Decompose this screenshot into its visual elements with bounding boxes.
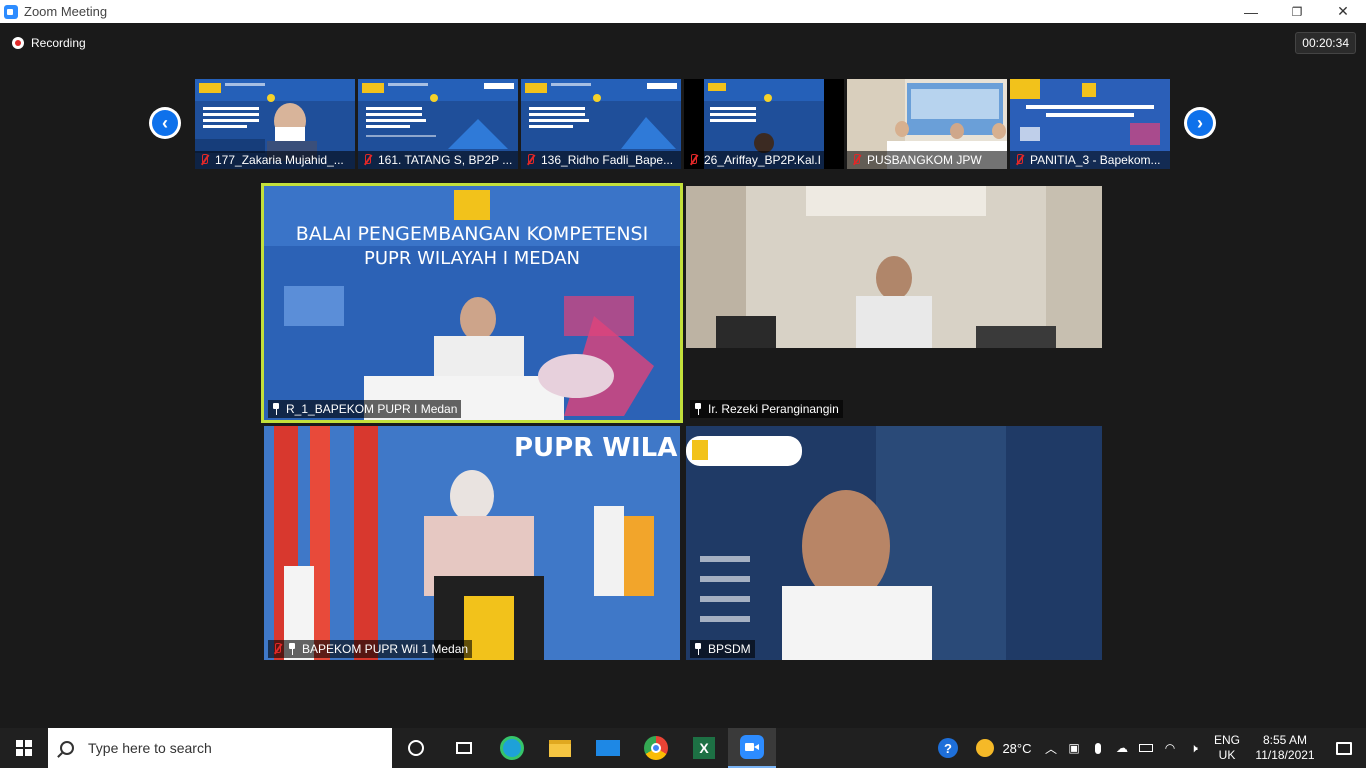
chevron-right-icon: › bbox=[1187, 110, 1213, 136]
close-button[interactable]: ✕ bbox=[1320, 0, 1366, 23]
meeting-timer: 00:20:34 bbox=[1295, 32, 1356, 54]
participant-thumbnail[interactable]: 161. TATANG S, BP2P ... bbox=[358, 79, 518, 169]
windows-icon bbox=[16, 740, 32, 756]
mic-muted-icon bbox=[688, 154, 698, 166]
banner-text: BALAI PENGEMBANGAN KOMPETENSI bbox=[296, 223, 648, 245]
window-title: Zoom Meeting bbox=[24, 4, 108, 19]
pin-icon bbox=[288, 643, 296, 655]
recording-label: Recording bbox=[31, 36, 86, 50]
video-tile-active-speaker[interactable]: BALAI PENGEMBANGAN KOMPETENSI PUPR WILAY… bbox=[261, 183, 683, 423]
backdrop-text: PUPR WILA bbox=[514, 433, 677, 463]
participant-name: PANITIA_3 - Bapekom... bbox=[1010, 151, 1170, 169]
participant-name: 161. TATANG S, BP2P ... bbox=[358, 151, 518, 169]
volume-muted-icon[interactable]: 🕨 bbox=[1182, 728, 1206, 768]
banner-text-line2: PUPR WILAYAH I MEDAN bbox=[364, 248, 580, 269]
task-view-icon bbox=[456, 742, 472, 754]
clock-time: 8:55 AM bbox=[1262, 733, 1308, 747]
weather-widget[interactable]: 28°C bbox=[968, 728, 1040, 768]
search-icon bbox=[60, 741, 74, 755]
mic-muted-icon bbox=[851, 154, 861, 166]
weather-icon bbox=[976, 739, 995, 757]
notifications-button[interactable] bbox=[1322, 728, 1366, 768]
edge-app[interactable] bbox=[488, 728, 536, 768]
mic-muted-icon bbox=[272, 643, 282, 655]
participant-label: Ir. Rezeki Peranginangin bbox=[690, 400, 843, 418]
chrome-icon bbox=[644, 736, 668, 760]
folder-icon bbox=[549, 739, 571, 757]
mail-icon bbox=[596, 740, 620, 756]
onedrive-icon[interactable]: ☁ bbox=[1110, 728, 1134, 768]
camera-tray-icon[interactable]: ▣ bbox=[1062, 728, 1086, 768]
video-feed: BALAI PENGEMBANGAN KOMPETENSI PUPR WILAY… bbox=[264, 186, 680, 420]
notification-icon bbox=[1336, 741, 1352, 755]
chevron-up-icon: ︿ bbox=[1044, 741, 1057, 756]
language-indicator[interactable]: ENG UK bbox=[1206, 728, 1248, 768]
excel-icon: X bbox=[693, 737, 715, 759]
video-tile[interactable]: PUPR WILA BAPEKOM PUPR Wil 1 Medan bbox=[264, 426, 680, 660]
file-explorer-app[interactable] bbox=[536, 728, 584, 768]
language-code: ENG bbox=[1213, 733, 1240, 747]
participant-name: 136_Ridho Fadli_Bape... bbox=[521, 151, 681, 169]
weather-temperature: 28°C bbox=[1002, 740, 1032, 756]
minimize-button[interactable]: — bbox=[1228, 0, 1274, 23]
participant-thumbnail[interactable]: 136_Ridho Fadli_Bape... bbox=[521, 79, 681, 169]
recording-indicator[interactable]: Recording bbox=[12, 36, 86, 50]
clock[interactable]: 8:55 AM 11/18/2021 bbox=[1248, 728, 1322, 768]
excel-app[interactable]: X bbox=[680, 728, 728, 768]
mic-muted-icon bbox=[362, 154, 372, 166]
cortana-button[interactable] bbox=[392, 728, 440, 768]
show-hidden-icons-button[interactable]: ︿ bbox=[1040, 728, 1062, 768]
zoom-logo-icon bbox=[4, 4, 18, 19]
mic-muted-icon bbox=[1014, 154, 1024, 166]
zoom-app[interactable] bbox=[728, 728, 776, 768]
participant-thumbnail[interactable]: 177_Zakaria Mujahid_... bbox=[195, 79, 355, 169]
participant-thumbnail[interactable]: PUSBANGKOM JPW bbox=[847, 79, 1007, 169]
help-icon: ? bbox=[937, 738, 958, 758]
participant-label: BAPEKOM PUPR Wil 1 Medan bbox=[268, 640, 473, 658]
taskbar: Type here to search X ? 28°C ︿ ▣ ☁ ◠ 🕨 E… bbox=[0, 728, 1366, 768]
participant-name: PUSBANGKOM JPW bbox=[847, 151, 1007, 169]
previous-page-button[interactable]: ‹ bbox=[149, 107, 181, 139]
cortana-icon bbox=[408, 740, 424, 756]
microphone-icon[interactable] bbox=[1086, 728, 1110, 768]
search-placeholder: Type here to search bbox=[88, 740, 212, 756]
search-box[interactable]: Type here to search bbox=[48, 728, 392, 768]
participant-label: R_1_BAPEKOM PUPR I Medan bbox=[268, 400, 462, 418]
participant-name: 26_Ariffay_BP2P.Kal.I bbox=[684, 151, 844, 169]
pin-icon bbox=[272, 403, 280, 415]
task-view-button[interactable] bbox=[440, 728, 488, 768]
meeting-area: Recording 00:20:34 ‹ › 177_Zakaria Mujah… bbox=[0, 23, 1366, 728]
video-feed bbox=[686, 426, 1102, 660]
pin-icon bbox=[694, 403, 702, 415]
edge-icon bbox=[500, 736, 524, 760]
system-tray: ? 28°C ︿ ▣ ☁ ◠ 🕨 ENG UK 8:55 AM 11/18/2021 bbox=[928, 728, 1366, 768]
video-tile[interactable]: BPSDM bbox=[686, 426, 1102, 660]
wifi-icon[interactable]: ◠ bbox=[1158, 728, 1182, 768]
pin-icon bbox=[694, 643, 702, 655]
mic-muted-icon bbox=[199, 154, 209, 166]
participant-thumbnail[interactable]: 26_Ariffay_BP2P.Kal.I bbox=[684, 79, 844, 169]
start-button[interactable] bbox=[0, 728, 48, 768]
video-feed bbox=[686, 186, 1102, 420]
chrome-app[interactable] bbox=[632, 728, 680, 768]
help-button[interactable]: ? bbox=[928, 728, 968, 768]
participant-label: BPSDM bbox=[690, 640, 755, 658]
participant-name: 177_Zakaria Mujahid_... bbox=[195, 151, 355, 169]
title-bar: Zoom Meeting — ❐ ✕ bbox=[0, 0, 1366, 23]
mic-muted-icon bbox=[525, 154, 535, 166]
keyboard-layout: UK bbox=[1218, 748, 1236, 762]
next-page-button[interactable]: › bbox=[1184, 107, 1216, 139]
video-tile[interactable]: Ir. Rezeki Peranginangin bbox=[686, 186, 1102, 420]
clock-date: 11/18/2021 bbox=[1255, 748, 1315, 762]
maximize-button[interactable]: ❐ bbox=[1274, 0, 1320, 23]
mail-app[interactable] bbox=[584, 728, 632, 768]
record-icon bbox=[12, 37, 24, 49]
battery-icon[interactable] bbox=[1134, 728, 1158, 768]
chevron-left-icon: ‹ bbox=[152, 110, 178, 136]
zoom-icon bbox=[740, 735, 764, 759]
thumbnail-strip: 177_Zakaria Mujahid_... 161. TATANG S, B… bbox=[195, 79, 1171, 169]
video-feed: PUPR WILA bbox=[264, 426, 680, 660]
participant-thumbnail[interactable]: PANITIA_3 - Bapekom... bbox=[1010, 79, 1170, 169]
